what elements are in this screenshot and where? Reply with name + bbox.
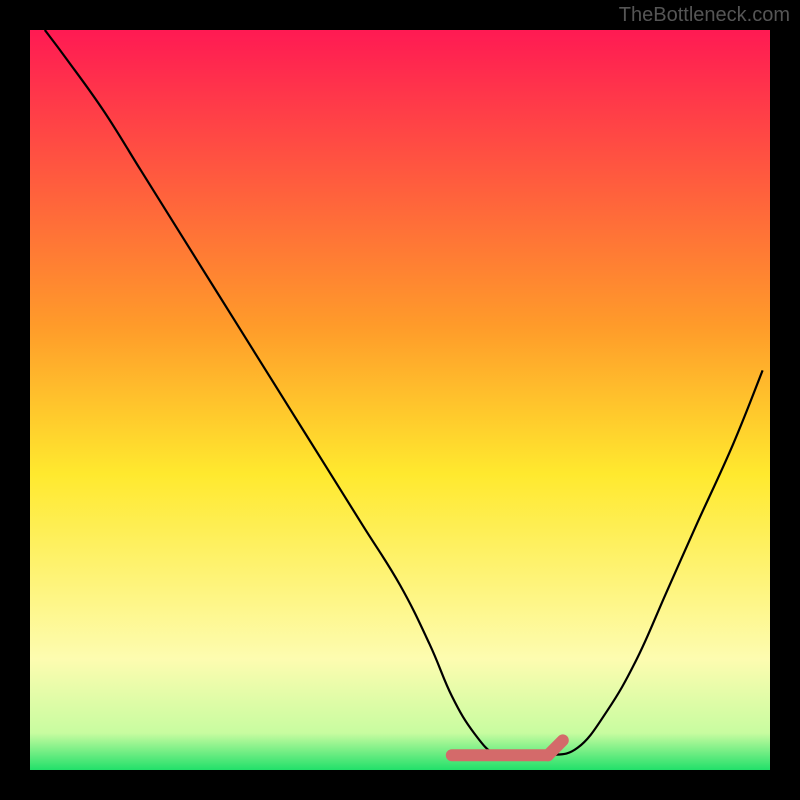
gradient-background <box>30 30 770 770</box>
bottleneck-chart <box>30 30 770 770</box>
watermark-text: TheBottleneck.com <box>619 4 790 27</box>
